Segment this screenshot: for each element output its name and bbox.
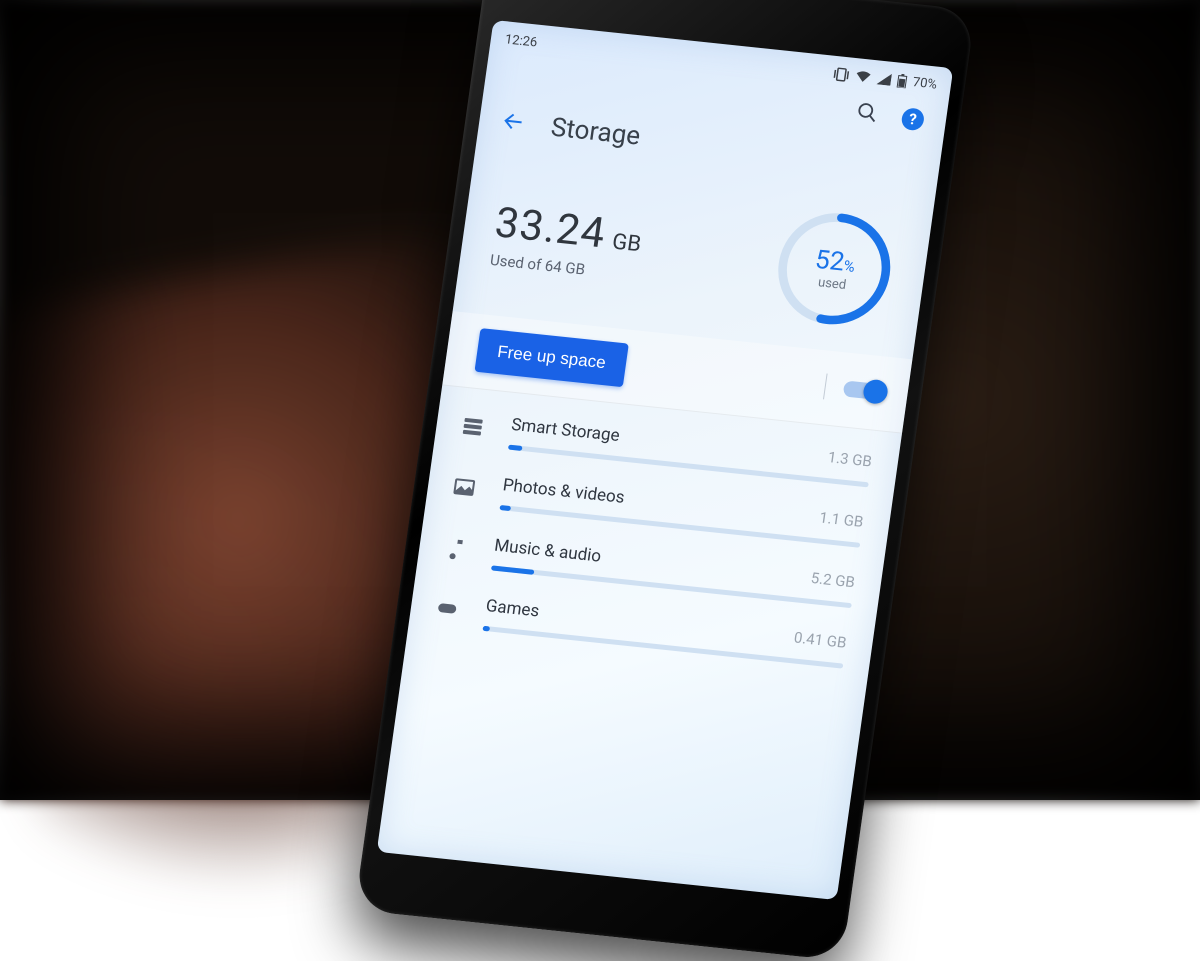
usage-donut: 52% used [766, 203, 902, 334]
smart-storage-toggle-group [823, 373, 885, 405]
category-bar-fill [499, 505, 511, 511]
category-size: 0.41 GB [793, 628, 848, 653]
category-size: 1.1 GB [818, 509, 865, 533]
used-text: 33.24 GB Used of 64 GB [489, 198, 645, 284]
toggle-divider [823, 373, 828, 399]
used-unit: GB [611, 229, 643, 257]
category-size: 5.2 GB [809, 569, 856, 593]
status-right: 70% [832, 66, 938, 92]
category-bar-fill [482, 626, 490, 632]
category-bar-fill [508, 445, 523, 451]
search-icon[interactable] [854, 100, 880, 128]
percent-symbol: % [843, 256, 856, 275]
image-icon [450, 474, 482, 505]
wifi-icon [854, 70, 872, 84]
help-icon[interactable]: ? [900, 107, 925, 131]
category-label: Smart Storage [510, 415, 621, 446]
signal-icon [876, 72, 892, 85]
category-list: Smart Storage 1.3 GB Photos & videos 1.1… [407, 385, 902, 681]
page-title: Storage [549, 113, 642, 152]
category-label: Photos & videos [502, 475, 626, 508]
category-bar-fill [491, 565, 535, 574]
games-icon [433, 595, 465, 626]
battery-icon [896, 73, 908, 88]
category-size: 1.3 GB [826, 448, 873, 472]
status-time: 12:26 [504, 32, 538, 50]
category-label: Music & audio [493, 536, 602, 567]
storage-icon [459, 414, 491, 445]
donut-center: 52% used [766, 203, 902, 334]
smart-storage-toggle[interactable] [843, 380, 885, 400]
back-icon[interactable] [499, 108, 527, 138]
battery-text: 70% [912, 75, 938, 92]
free-up-space-button[interactable]: Free up space [474, 328, 628, 387]
vibrate-icon [832, 67, 850, 83]
category-label: Games [485, 596, 541, 621]
music-icon [442, 534, 474, 565]
percent-label: used [817, 275, 847, 293]
used-value: 33.24 [492, 198, 609, 258]
percent-value: 52 [813, 244, 846, 277]
